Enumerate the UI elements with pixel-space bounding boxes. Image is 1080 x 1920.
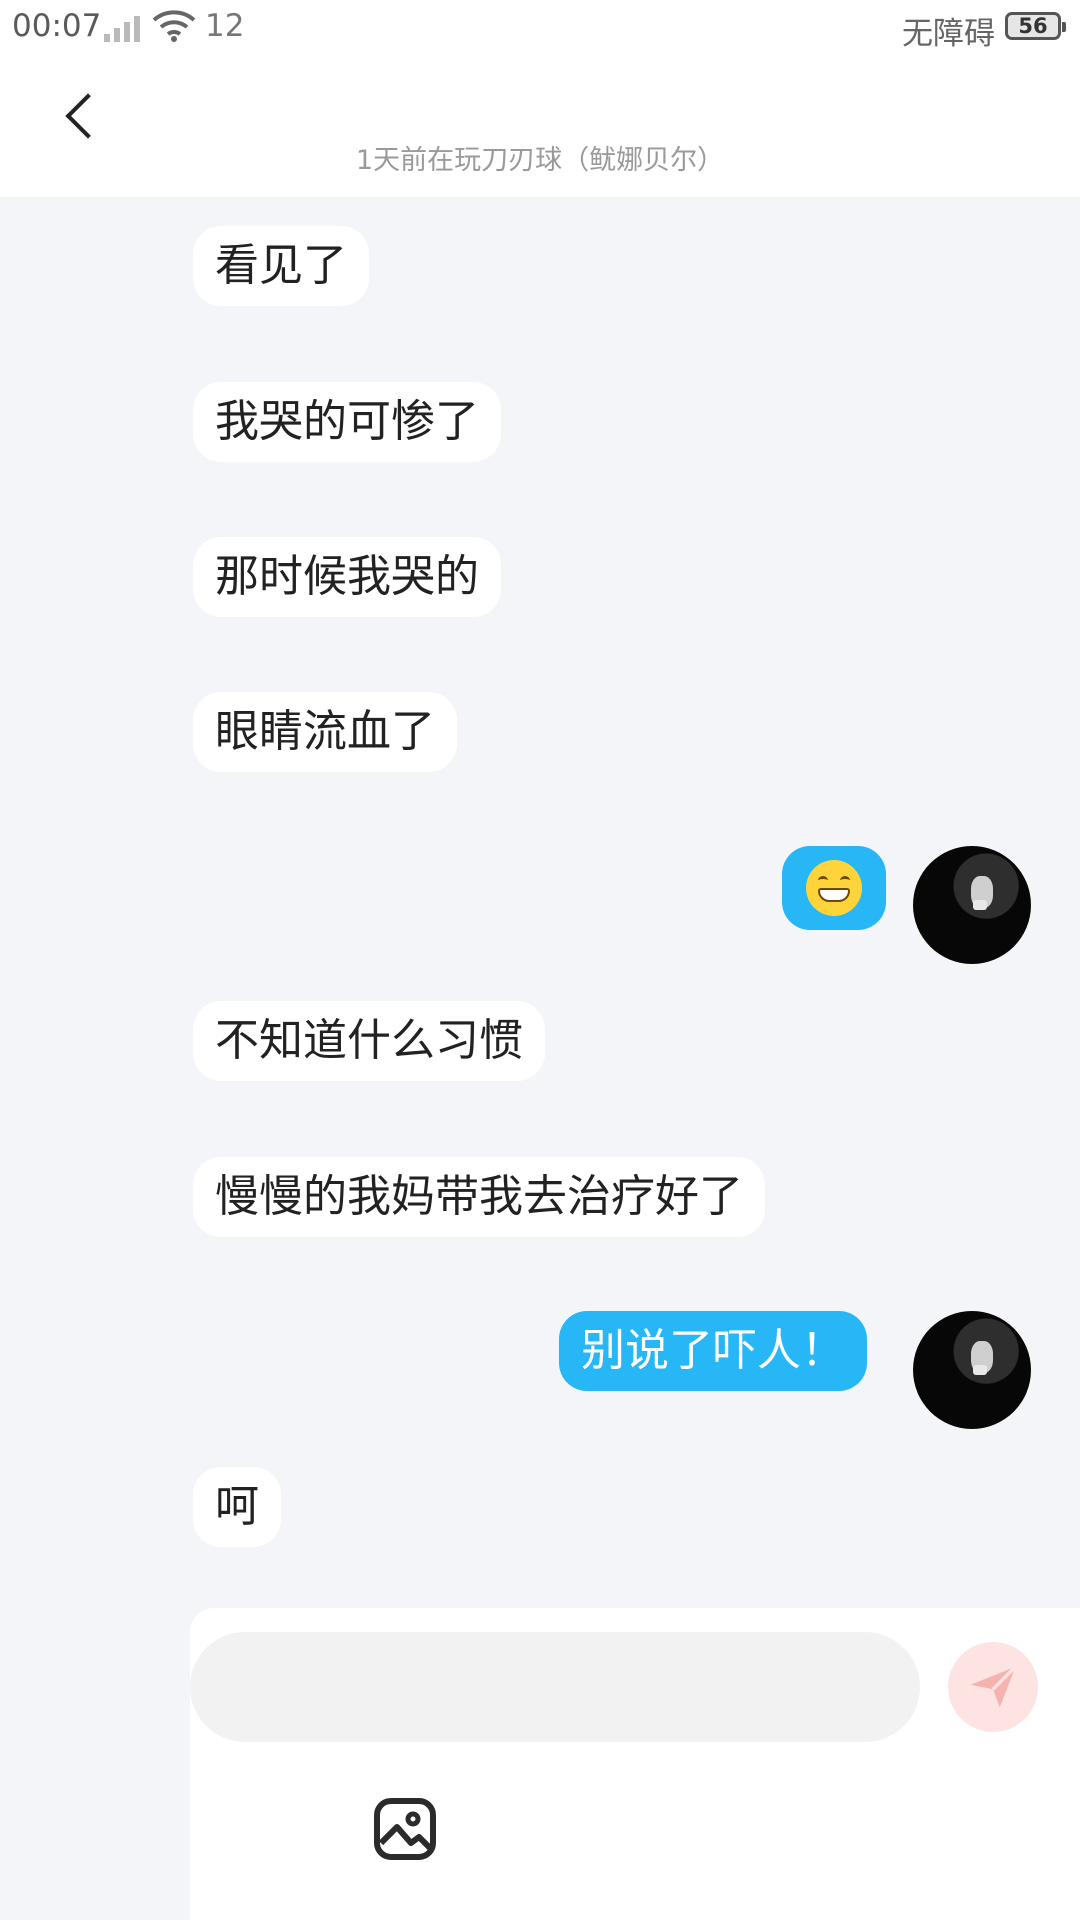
message-input[interactable] xyxy=(190,1632,920,1742)
status-bar: 00:07 12 无障碍 56 xyxy=(0,0,1080,52)
status-time: 00:07 xyxy=(12,8,102,44)
avatar[interactable] xyxy=(913,1311,1031,1429)
signal-no-service-icon xyxy=(104,14,140,42)
message-incoming: 眼睛流血了 xyxy=(193,692,457,772)
chat-header: 1天前在玩刀刃球（鱿娜贝尔） xyxy=(0,52,1080,197)
message-bubble[interactable]: 看见了 xyxy=(193,226,369,306)
message-incoming: 我哭的可惨了 xyxy=(193,382,501,462)
message-bubble[interactable]: 慢慢的我妈带我去治疗好了 xyxy=(193,1157,765,1237)
battery-level: 56 xyxy=(1018,14,1048,38)
contact-status: 1天前在玩刀刃球（鱿娜贝尔） xyxy=(355,145,725,176)
image-button[interactable] xyxy=(373,1797,437,1861)
message-incoming: 不知道什么习惯 xyxy=(193,1001,545,1081)
accessibility-label: 无障碍 xyxy=(902,16,995,52)
wifi-icon xyxy=(152,8,196,50)
send-button[interactable] xyxy=(948,1642,1038,1732)
send-icon xyxy=(970,1665,1017,1708)
message-bubble[interactable] xyxy=(782,846,886,930)
avatar[interactable] xyxy=(913,846,1031,964)
message-bubble[interactable]: 不知道什么习惯 xyxy=(193,1001,545,1081)
message-outgoing xyxy=(782,846,886,930)
message-incoming: 看见了 xyxy=(193,226,369,306)
message-bubble[interactable]: 我哭的可惨了 xyxy=(193,382,501,462)
message-bubble[interactable]: 眼睛流血了 xyxy=(193,692,457,772)
message-outgoing: 别说了吓人！ xyxy=(559,1311,867,1391)
grinning-face-emoji xyxy=(806,860,862,916)
battery-icon: 56 xyxy=(1005,12,1066,40)
message-incoming: 慢慢的我妈带我去治疗好了 xyxy=(193,1157,765,1237)
status-extra-text: 12 xyxy=(205,8,245,44)
message-bubble[interactable]: 那时候我哭的 xyxy=(193,537,501,617)
message-incoming: 呵 xyxy=(193,1467,281,1547)
message-bubble[interactable]: 别说了吓人！ xyxy=(559,1311,867,1391)
message-incoming: 那时候我哭的 xyxy=(193,537,501,617)
image-icon xyxy=(374,1798,436,1860)
message-bubble[interactable]: 呵 xyxy=(193,1467,281,1547)
